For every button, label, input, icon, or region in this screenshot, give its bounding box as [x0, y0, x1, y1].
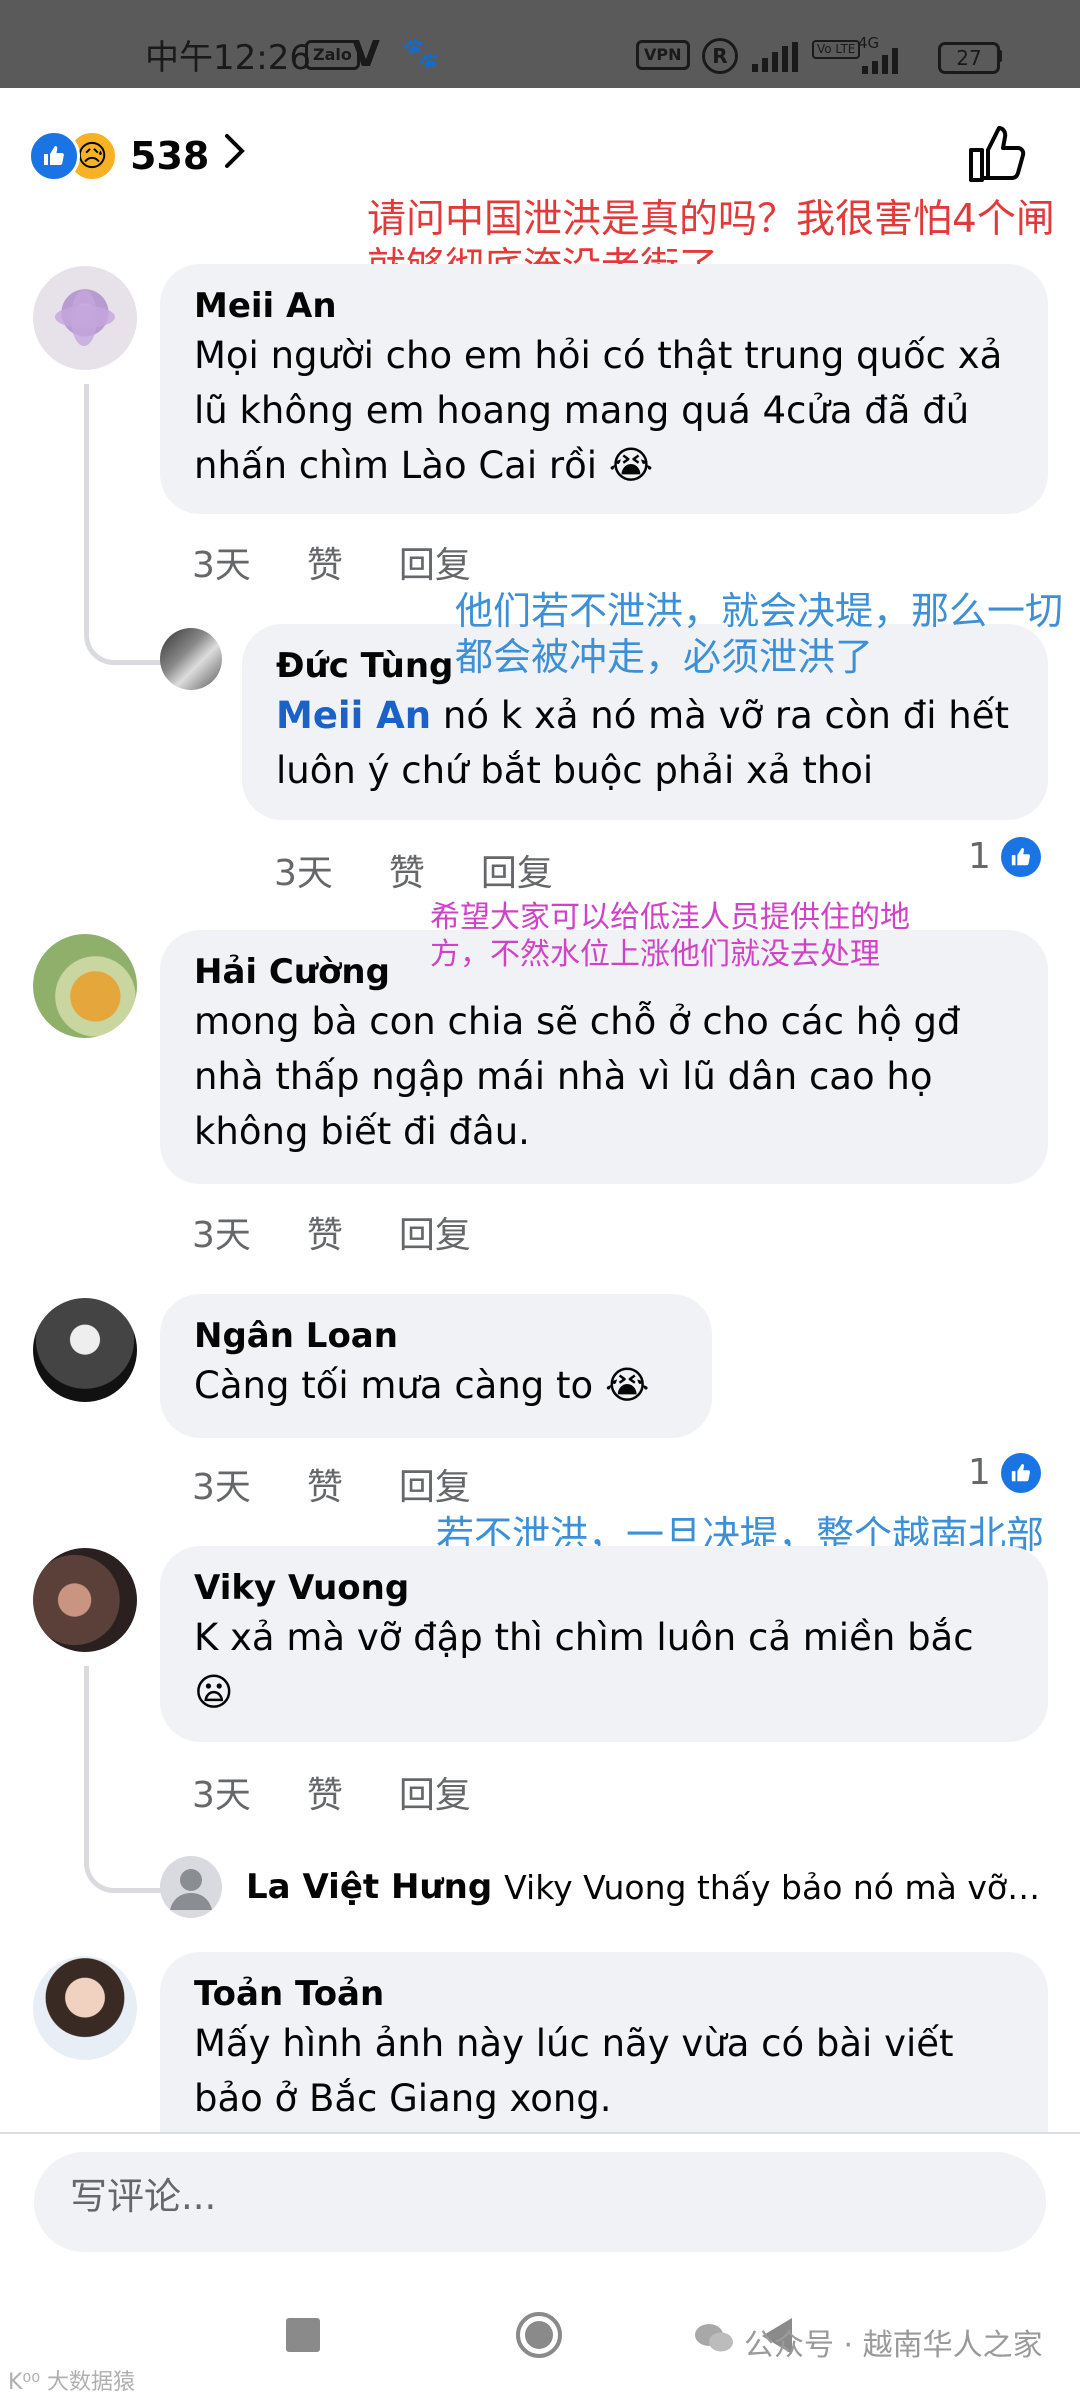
reply-preview: Viky Vuong thấy bảo nó mà vỡ là... — [504, 1867, 1048, 1907]
reply-author: La Việt Hưng — [246, 1867, 493, 1907]
reply-like-count[interactable]: 1 — [968, 836, 1041, 877]
comment-time: 3天 — [274, 853, 333, 894]
like-button[interactable]: 赞 — [307, 536, 343, 588]
comment-bubble[interactable]: Ngân Loan Càng tối mưa càng to 😭 — [160, 1294, 712, 1438]
like-count-value: 1 — [968, 1452, 991, 1493]
like-button[interactable]: 赞 — [307, 1458, 343, 1510]
comment-like-count[interactable]: 1 — [968, 1452, 1041, 1493]
annotation-magenta: 希望大家可以给低洼人员提供住的地方，不然水位上涨他们就没去处理 — [430, 900, 910, 972]
reply-button[interactable]: 回复 — [481, 844, 553, 896]
comment-composer[interactable] — [34, 2152, 1046, 2252]
reaction-count: 538 — [130, 134, 210, 178]
vpn-badge: VPN — [636, 40, 690, 70]
reply-button[interactable]: 回复 — [399, 1206, 471, 1258]
avatar[interactable] — [33, 266, 137, 370]
like-button[interactable]: 赞 — [389, 844, 425, 896]
comment-text: Mọi người cho em hỏi có thật trung quốc … — [194, 328, 1014, 493]
mention-link[interactable]: Meii An — [276, 694, 431, 737]
status-time: 中午12:26 — [145, 38, 311, 78]
watermark-right: 公众号 · 越南华人之家 — [694, 2320, 1043, 2364]
comment-input[interactable] — [68, 2174, 972, 2219]
battery-icon: 27 — [938, 42, 1000, 74]
collapsed-reply[interactable]: La Việt Hưng Viky Vuong thấy bảo nó mà v… — [160, 1854, 1048, 1920]
reactions-summary[interactable]: 😥 538 — [28, 128, 247, 184]
comment-text: mong bà con chia sẽ chỗ ở cho các hộ gđ … — [194, 1000, 961, 1153]
thread-connector — [84, 1666, 161, 1893]
thumbs-up-outline-icon[interactable] — [965, 122, 1029, 186]
annotation-blue: 他们若不泄洪，就会决堤，那么一切都会被冲走，必须泄洪了 — [455, 589, 1064, 680]
crying-face-icon: 😭 — [608, 443, 654, 487]
reply-button[interactable]: 回复 — [399, 536, 471, 588]
wechat-icon — [694, 2321, 734, 2363]
avatar[interactable] — [33, 1298, 137, 1402]
reply-button[interactable]: 回复 — [399, 1458, 471, 1510]
avatar[interactable] — [160, 628, 222, 690]
chevron-right-icon — [223, 133, 247, 179]
volte-badge: Vo LTE — [812, 40, 861, 59]
comment-time: 3天 — [192, 1467, 251, 1508]
battery-tip — [997, 50, 1002, 62]
registered-icon: R — [702, 38, 738, 74]
avatar[interactable] — [33, 1956, 137, 2060]
like-button[interactable]: 赞 — [307, 1766, 343, 1818]
like-button[interactable]: 赞 — [307, 1206, 343, 1258]
comment-text: K xả mà vỡ đập thì chìm luôn cả miền bắc… — [194, 1610, 1014, 1720]
comment-text: Mấy hình ảnh này lúc nãy vừa có bài viết… — [194, 2022, 954, 2120]
reply-button[interactable]: 回复 — [399, 1766, 471, 1818]
watermark-left: K⁰⁰ 大数据猿 — [8, 2370, 136, 2395]
signal-icon-2 — [862, 48, 898, 74]
default-avatar-icon — [160, 1856, 222, 1918]
comment-time: 3天 — [192, 545, 251, 586]
like-icon — [1000, 836, 1041, 877]
like-icon — [1000, 1452, 1041, 1493]
comment-actions: 3天 赞 回复 — [192, 536, 527, 588]
comment-actions: 3天 赞 回复 — [192, 1458, 527, 1510]
comment-bubble[interactable]: Toản Toản Mấy hình ảnh này lúc nãy vừa c… — [160, 1952, 1048, 2152]
paw-icon: 🐾 — [402, 36, 440, 71]
status-bar: 中午12:26 Zalo V 🐾 VPN R Vo LTE 4G 27 — [0, 0, 1080, 88]
comment-bubble[interactable]: Meii An Mọi người cho em hỏi có thật tru… — [160, 264, 1048, 514]
comment-text: Càng tối mưa càng to 😭 — [194, 1358, 678, 1413]
home-button[interactable] — [514, 2310, 564, 2360]
comment-actions: 3天 赞 回复 — [192, 1766, 527, 1818]
signal-icon — [752, 42, 798, 72]
v-logo-icon: V — [352, 34, 380, 75]
comment-author[interactable]: Ngân Loan — [194, 1314, 678, 1358]
comment-author[interactable]: Meii An — [194, 284, 1014, 328]
frowning-face-icon: 😦 — [194, 1670, 234, 1714]
comment-time: 3天 — [192, 1215, 251, 1256]
crying-face-icon: 😭 — [604, 1363, 650, 1407]
comment-author[interactable]: Viky Vuong — [194, 1566, 1014, 1610]
comment-actions: 3天 赞 回复 — [192, 1206, 527, 1258]
like-icon — [28, 130, 80, 182]
thread-connector — [84, 384, 161, 665]
comment-author[interactable]: Toản Toản — [194, 1972, 1014, 2016]
avatar[interactable] — [33, 1548, 137, 1652]
watermark-text: 公众号 · 越南华人之家 — [744, 2328, 1043, 2363]
comment-bubble[interactable]: Viky Vuong K xả mà vỡ đập thì chìm luôn … — [160, 1546, 1048, 1742]
avatar[interactable] — [33, 934, 137, 1038]
recents-button[interactable] — [286, 2318, 320, 2352]
reply-text: Meii An nó k xả nó mà vỡ ra còn đi hết l… — [276, 694, 1009, 792]
comment-time: 3天 — [192, 1775, 251, 1816]
reply-actions: 3天 赞 回复 — [274, 844, 609, 896]
like-count-value: 1 — [968, 836, 991, 877]
